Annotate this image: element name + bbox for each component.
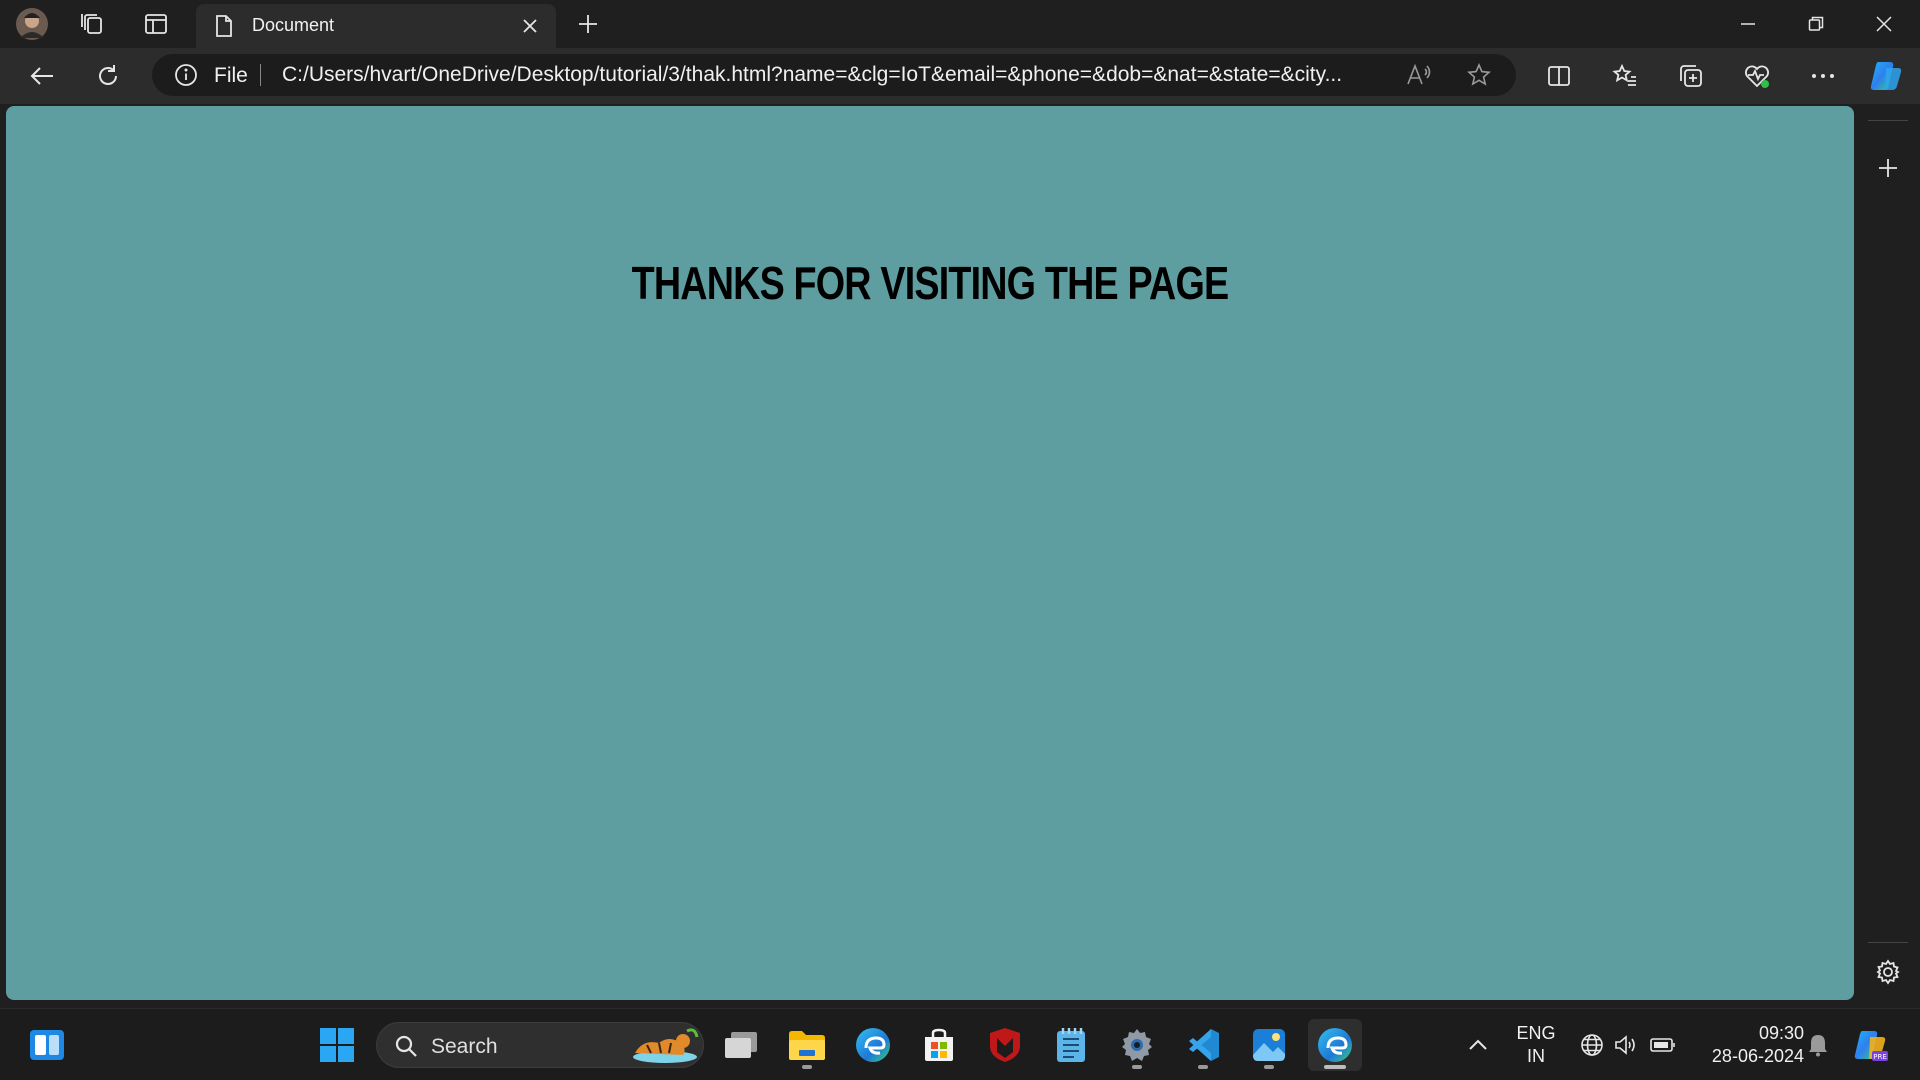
favorites-icon[interactable] [1608, 60, 1642, 92]
network-icon[interactable] [1578, 1031, 1606, 1059]
chevron-up-icon[interactable] [1464, 1031, 1492, 1059]
language-region: IN [1527, 1046, 1545, 1066]
edge-icon[interactable] [846, 1019, 900, 1071]
restore-icon[interactable] [1782, 0, 1850, 48]
address-divider [260, 64, 261, 86]
page-icon [212, 14, 236, 38]
edge-sidebar [1856, 106, 1920, 1000]
vscode-icon[interactable] [1176, 1019, 1230, 1071]
search-placeholder: Search [431, 1035, 498, 1058]
mcafee-icon[interactable] [978, 1019, 1032, 1071]
new-tab-icon[interactable] [566, 6, 610, 42]
active-tab[interactable]: Document [196, 4, 556, 48]
copilot-icon[interactable] [1866, 56, 1906, 96]
widgets-icon[interactable] [20, 1019, 74, 1071]
page-heading: THANKS FOR VISITING THE PAGE [631, 257, 1229, 309]
collections-icon[interactable] [1674, 60, 1708, 92]
battery-icon[interactable] [1648, 1031, 1678, 1059]
running-indicator [1264, 1065, 1274, 1069]
refresh-icon[interactable] [88, 60, 128, 92]
clock[interactable]: 09:30 28-06-2024 [1692, 1023, 1804, 1067]
browser-toolbar: File C:/Users/hvart/OneDrive/Desktop/tut… [0, 48, 1920, 104]
taskbar-search[interactable]: Search [376, 1022, 704, 1068]
clock-date: 28-06-2024 [1711, 1046, 1804, 1066]
file-explorer-icon[interactable] [780, 1019, 834, 1071]
tab-title: Document [252, 15, 335, 35]
photos-icon[interactable] [1242, 1019, 1296, 1071]
add-icon[interactable] [1874, 154, 1902, 182]
store-icon[interactable] [912, 1019, 966, 1071]
info-icon[interactable] [174, 63, 198, 87]
svg-text:PRE: PRE [1873, 1053, 1887, 1061]
copilot-taskbar-icon[interactable]: PRE [1850, 1025, 1890, 1065]
address-url[interactable]: C:/Users/hvart/OneDrive/Desktop/tutorial… [282, 63, 1372, 87]
address-bar[interactable]: File C:/Users/hvart/OneDrive/Desktop/tut… [152, 54, 1516, 96]
search-highlight-icon [625, 1025, 701, 1065]
language-code: ENG [1516, 1023, 1556, 1043]
task-view-icon[interactable] [714, 1019, 768, 1071]
notepad-icon[interactable] [1044, 1019, 1098, 1071]
close-window-icon[interactable] [1850, 0, 1918, 48]
browser-essentials-icon[interactable] [1740, 60, 1774, 92]
notification-bell-icon[interactable] [1804, 1031, 1832, 1059]
running-indicator [1324, 1065, 1346, 1069]
address-scheme: File [214, 64, 248, 87]
title-bar: Document [0, 0, 1920, 48]
clock-time: 09:30 [1758, 1023, 1804, 1043]
split-screen-icon[interactable] [1542, 60, 1576, 92]
tab-actions-icon[interactable] [134, 6, 178, 42]
running-indicator [1198, 1065, 1208, 1069]
sidebar-divider-bottom [1868, 942, 1908, 943]
favorite-star-icon[interactable] [1466, 63, 1492, 87]
running-indicator [802, 1065, 812, 1069]
settings-icon[interactable] [1874, 958, 1902, 986]
taskbar: Search ENG IN 09:30 28-06-2024 PRE [0, 1008, 1920, 1080]
close-icon[interactable] [518, 14, 542, 38]
windows-start-icon[interactable] [310, 1019, 364, 1071]
back-icon[interactable] [22, 60, 62, 92]
language-indicator[interactable]: ENG IN [1508, 1023, 1564, 1067]
minimize-icon[interactable] [1714, 0, 1782, 48]
search-icon [393, 1033, 419, 1059]
page-content: THANKS FOR VISITING THE PAGE [6, 106, 1854, 1000]
sidebar-divider [1868, 120, 1908, 121]
workspaces-icon[interactable] [70, 6, 114, 42]
more-icon[interactable] [1806, 60, 1840, 92]
edge-active-icon[interactable] [1308, 1019, 1362, 1071]
volume-icon[interactable] [1612, 1031, 1640, 1059]
running-indicator [1132, 1065, 1142, 1069]
read-aloud-icon[interactable] [1406, 63, 1432, 87]
profile-avatar-icon[interactable] [10, 6, 54, 42]
settings-app-icon[interactable] [1110, 1019, 1164, 1071]
